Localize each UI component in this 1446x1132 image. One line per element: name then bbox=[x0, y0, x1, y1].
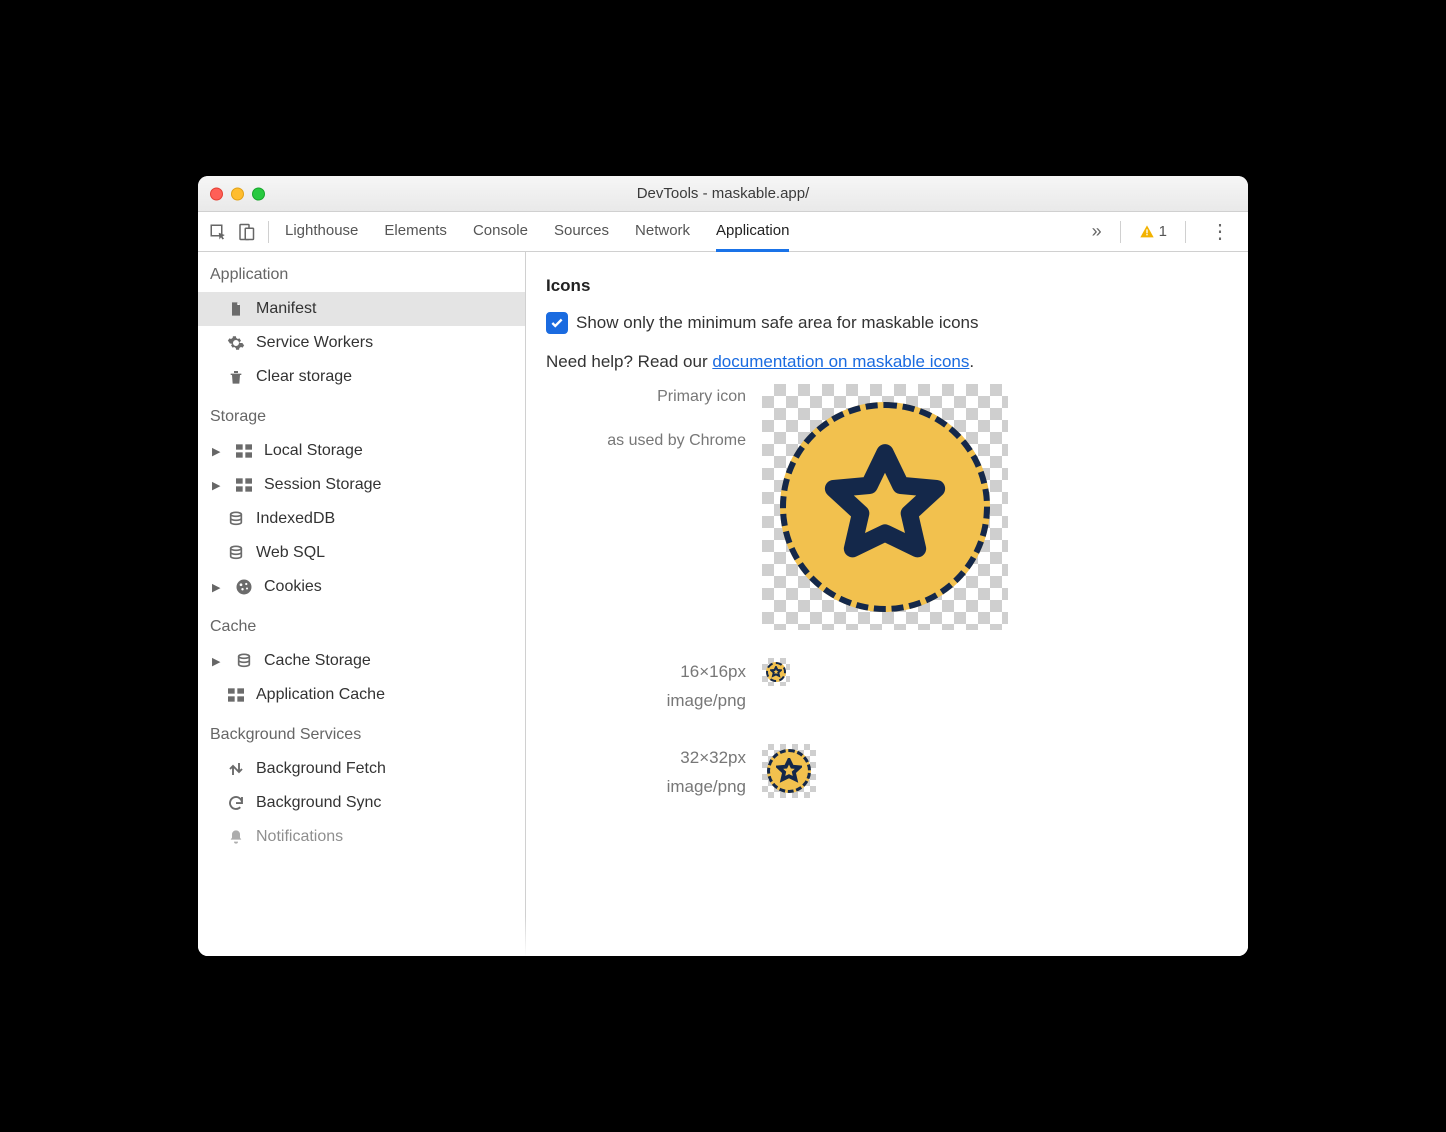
icon-mime-label: image/png bbox=[546, 687, 746, 716]
body: Application Manifest Service Workers Cle… bbox=[198, 252, 1248, 956]
more-menu-icon[interactable]: ⋮ bbox=[1204, 219, 1236, 244]
traffic-lights bbox=[210, 187, 265, 200]
sidebar-item-label: Notifications bbox=[256, 828, 343, 846]
sidebar-item-label: Application Cache bbox=[256, 686, 385, 704]
panel-tabs: Lighthouse Elements Console Sources Netw… bbox=[277, 212, 789, 252]
sidebar-item-indexeddb[interactable]: IndexedDB bbox=[198, 502, 525, 536]
help-text: Need help? Read our documentation on mas… bbox=[546, 352, 1228, 372]
database-icon bbox=[226, 544, 246, 562]
sync-icon bbox=[226, 794, 246, 812]
sidebar-item-local-storage[interactable]: ▶ Local Storage bbox=[198, 434, 525, 468]
tab-network[interactable]: Network bbox=[635, 212, 690, 252]
database-icon bbox=[226, 510, 246, 528]
icon-mime-label: image/png bbox=[546, 773, 746, 802]
sidebar-item-cache-storage[interactable]: ▶ Cache Storage bbox=[198, 644, 525, 678]
sidebar-item-clear-storage[interactable]: Clear storage bbox=[198, 360, 525, 394]
main-panel: Icons Show only the minimum safe area fo… bbox=[526, 252, 1248, 956]
sidebar-item-session-storage[interactable]: ▶ Session Storage bbox=[198, 468, 525, 502]
sidebar: Application Manifest Service Workers Cle… bbox=[198, 252, 526, 956]
icon-row-16: 16×16px image/png bbox=[546, 658, 1228, 716]
toolbar-separator bbox=[1120, 221, 1121, 243]
window-title: DevTools - maskable.app/ bbox=[198, 185, 1248, 202]
sidebar-section-storage: Storage bbox=[198, 394, 525, 434]
sidebar-item-manifest[interactable]: Manifest bbox=[198, 292, 525, 326]
tab-console[interactable]: Console bbox=[473, 212, 528, 252]
devtools-window: DevTools - maskable.app/ Lighthouse Elem… bbox=[198, 176, 1248, 956]
warnings-badge[interactable]: 1 bbox=[1139, 223, 1167, 240]
warnings-count: 1 bbox=[1159, 223, 1167, 240]
cookie-icon bbox=[234, 578, 254, 596]
sidebar-item-label: Background Fetch bbox=[256, 760, 386, 778]
icon-size-label: 16×16px bbox=[546, 658, 746, 687]
grid-icon bbox=[226, 688, 246, 702]
docs-link[interactable]: documentation on maskable icons bbox=[712, 352, 969, 371]
bell-icon bbox=[226, 828, 246, 846]
trash-icon bbox=[226, 368, 246, 386]
chevron-right-icon: ▶ bbox=[212, 479, 222, 492]
chevron-right-icon: ▶ bbox=[212, 581, 222, 594]
chevron-right-icon: ▶ bbox=[212, 445, 222, 458]
chevron-right-icon: ▶ bbox=[212, 655, 222, 668]
close-window-button[interactable] bbox=[210, 187, 223, 200]
sidebar-item-service-workers[interactable]: Service Workers bbox=[198, 326, 525, 360]
icon-row-32: 32×32px image/png bbox=[546, 744, 1228, 802]
icon-size-label: 32×32px bbox=[546, 744, 746, 773]
sidebar-item-bg-fetch[interactable]: Background Fetch bbox=[198, 752, 525, 786]
minimize-window-button[interactable] bbox=[231, 187, 244, 200]
titlebar: DevTools - maskable.app/ bbox=[198, 176, 1248, 212]
zoom-window-button[interactable] bbox=[252, 187, 265, 200]
icon-preview-32 bbox=[762, 744, 816, 798]
sidebar-item-label: Local Storage bbox=[264, 442, 363, 460]
primary-icon-label: Primary icon as used by Chrome bbox=[546, 384, 746, 453]
icon-preview-16 bbox=[762, 658, 790, 686]
sidebar-section-application: Application bbox=[198, 252, 525, 292]
checkbox-checked-icon[interactable] bbox=[546, 312, 568, 334]
device-toggle-icon[interactable] bbox=[232, 223, 260, 241]
sidebar-section-cache: Cache bbox=[198, 604, 525, 644]
sidebar-item-websql[interactable]: Web SQL bbox=[198, 536, 525, 570]
tab-sources[interactable]: Sources bbox=[554, 212, 609, 252]
tabs-overflow-button[interactable]: » bbox=[1092, 221, 1102, 242]
tab-application[interactable]: Application bbox=[716, 212, 789, 252]
toolbar: Lighthouse Elements Console Sources Netw… bbox=[198, 212, 1248, 252]
sidebar-item-label: Cookies bbox=[264, 578, 322, 596]
primary-icon-preview bbox=[762, 384, 1008, 630]
updown-icon bbox=[226, 760, 246, 778]
sidebar-item-notifications[interactable]: Notifications bbox=[198, 820, 525, 854]
checkbox-label: Show only the minimum safe area for mask… bbox=[576, 313, 979, 333]
toolbar-separator bbox=[1185, 221, 1186, 243]
gear-icon bbox=[226, 334, 246, 352]
sidebar-item-label: Clear storage bbox=[256, 368, 352, 386]
sidebar-item-label: Cache Storage bbox=[264, 652, 371, 670]
grid-icon bbox=[234, 444, 254, 458]
grid-icon bbox=[234, 478, 254, 492]
tab-elements[interactable]: Elements bbox=[384, 212, 447, 252]
tab-lighthouse[interactable]: Lighthouse bbox=[285, 212, 358, 252]
sidebar-item-label: IndexedDB bbox=[256, 510, 335, 528]
sidebar-item-bg-sync[interactable]: Background Sync bbox=[198, 786, 525, 820]
file-icon bbox=[226, 300, 246, 318]
sidebar-item-label: Session Storage bbox=[264, 476, 381, 494]
sidebar-item-label: Background Sync bbox=[256, 794, 381, 812]
sidebar-item-application-cache[interactable]: Application Cache bbox=[198, 678, 525, 712]
sidebar-item-label: Manifest bbox=[256, 300, 316, 318]
sidebar-item-label: Web SQL bbox=[256, 544, 325, 562]
sidebar-item-cookies[interactable]: ▶ Cookies bbox=[198, 570, 525, 604]
inspect-element-icon[interactable] bbox=[204, 223, 232, 241]
safe-area-checkbox-row[interactable]: Show only the minimum safe area for mask… bbox=[546, 312, 1228, 334]
toolbar-separator bbox=[268, 221, 269, 243]
sidebar-section-bg-services: Background Services bbox=[198, 712, 525, 752]
section-heading: Icons bbox=[546, 276, 1228, 296]
database-icon bbox=[234, 652, 254, 670]
sidebar-item-label: Service Workers bbox=[256, 334, 373, 352]
